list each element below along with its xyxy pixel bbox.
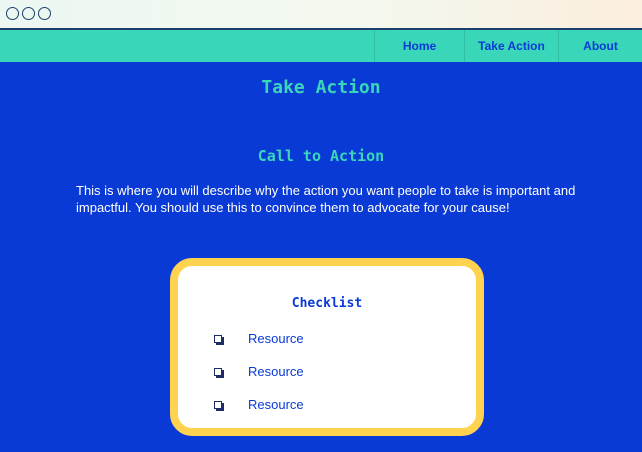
- call-to-action-description: This is where you will describe why the …: [76, 183, 576, 215]
- checkbox-icon[interactable]: [214, 401, 222, 409]
- top-navbar: Home Take Action About: [0, 30, 642, 62]
- window-control-circle-icon[interactable]: [6, 7, 19, 20]
- checklist-item-label[interactable]: Resource: [248, 330, 304, 348]
- call-to-action-heading: Call to Action: [257, 147, 385, 165]
- checklist-card: Checklist Resource Resource Resource: [170, 258, 484, 436]
- checklist-item[interactable]: Resource: [178, 330, 476, 350]
- window-control-circle-icon[interactable]: [22, 7, 35, 20]
- nav-link-about[interactable]: About: [558, 30, 642, 62]
- window-titlebar: [0, 0, 642, 30]
- checklist-item[interactable]: Resource: [178, 363, 476, 383]
- checklist-title: Checklist: [291, 296, 363, 311]
- nav-link-take-action[interactable]: Take Action: [464, 30, 558, 62]
- page-title: Take Action: [261, 77, 381, 98]
- checkbox-icon[interactable]: [214, 368, 222, 376]
- checkbox-icon[interactable]: [214, 335, 222, 343]
- browser-window: Home Take Action About Take Action Call …: [0, 0, 642, 452]
- nav-link-home[interactable]: Home: [374, 30, 464, 62]
- checklist-item-label[interactable]: Resource: [248, 363, 304, 381]
- checklist-item-label[interactable]: Resource: [248, 396, 304, 414]
- window-control-circle-icon[interactable]: [38, 7, 51, 20]
- checklist-item[interactable]: Resource: [178, 396, 476, 416]
